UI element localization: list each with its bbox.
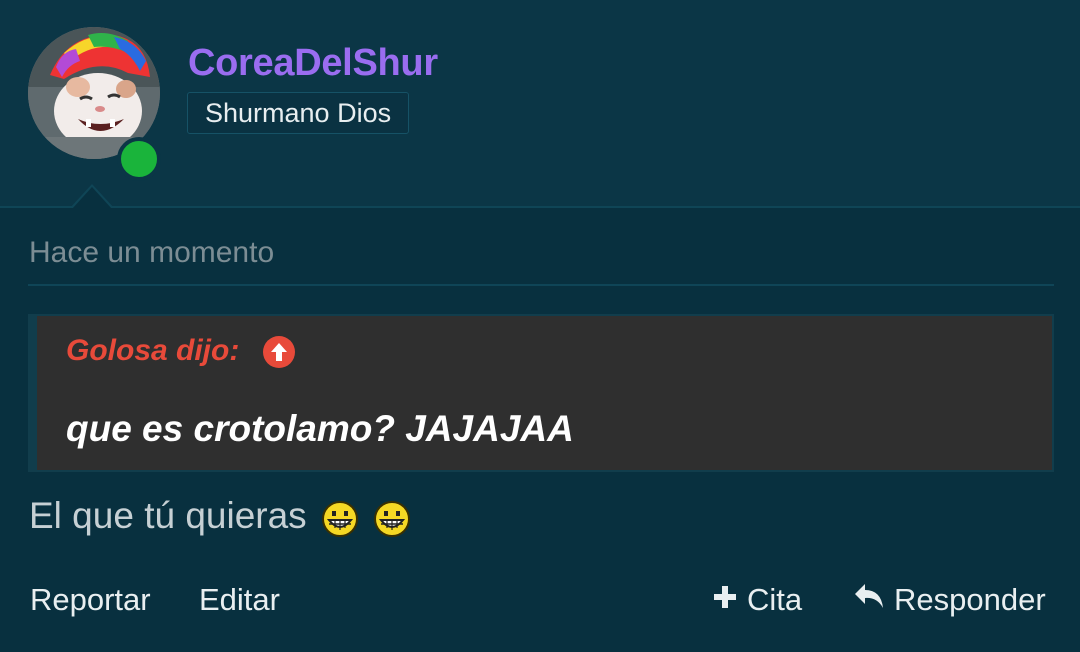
avatar-container[interactable]	[28, 27, 161, 181]
quote-button[interactable]: Cita	[712, 582, 802, 618]
post-user-header: CoreaDelShur Shurmano Dios	[0, 0, 1080, 208]
quote-author[interactable]: Golosa dijo:	[66, 334, 239, 368]
quote-text: que es crotolamo? JAJAJAA	[66, 408, 574, 449]
post-message-text: El que tú quieras	[29, 495, 307, 536]
quote-button-label: Cita	[747, 582, 803, 617]
report-button[interactable]: Reportar	[30, 582, 151, 618]
post-message: El que tú quieras	[29, 495, 411, 537]
username-link[interactable]: CoreaDelShur	[188, 42, 438, 85]
divider	[28, 284, 1054, 286]
arrow-up-circle-icon[interactable]	[263, 336, 295, 368]
reply-button[interactable]: Responder	[853, 582, 1046, 618]
header-pointer	[70, 184, 114, 209]
reply-arrow-icon	[853, 582, 885, 618]
user-title-badge: Shurmano Dios	[187, 92, 410, 134]
edit-button[interactable]: Editar	[199, 582, 280, 618]
grinning-smiley-icon	[321, 500, 359, 538]
post-timestamp[interactable]: Hace un momento	[29, 236, 274, 270]
plus-icon	[712, 582, 738, 618]
online-status-indicator	[117, 137, 161, 181]
reply-button-label: Responder	[894, 582, 1046, 617]
grinning-smiley-icon	[373, 500, 411, 538]
quote-block: Golosa dijo: que es crotolamo? JAJAJAA	[28, 314, 1054, 472]
forum-post: CoreaDelShur Shurmano Dios Hace un momen…	[0, 0, 1080, 652]
